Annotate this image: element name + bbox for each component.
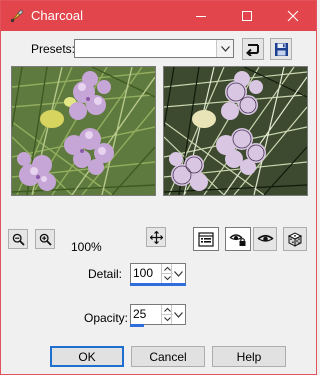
detail-slider-popup-button[interactable]: [171, 264, 185, 283]
zoom-in-button[interactable]: [35, 229, 55, 249]
eye-lock-icon: [229, 233, 246, 246]
auto-proof-button[interactable]: [225, 227, 251, 251]
cancel-button[interactable]: Cancel: [131, 346, 205, 367]
presets-combobox[interactable]: [74, 39, 234, 58]
flower-photo-image: [12, 67, 155, 195]
zoom-out-button[interactable]: [8, 229, 28, 249]
detail-label: Detail:: [88, 267, 123, 281]
presets-dropdown-button[interactable]: [216, 40, 233, 57]
title-bar[interactable]: Charcoal: [1, 1, 316, 31]
maximize-button[interactable]: [224, 1, 270, 31]
opacity-input[interactable]: [131, 305, 161, 322]
dice-icon: [287, 232, 303, 247]
opacity-slider-popup-button[interactable]: [171, 305, 185, 324]
opacity-spinbox[interactable]: [130, 304, 186, 325]
result-preview[interactable]: [163, 66, 308, 196]
pan-button[interactable]: [146, 227, 166, 247]
reset-arrow-icon: [246, 44, 259, 56]
help-button[interactable]: Help: [212, 346, 286, 367]
save-preset-button[interactable]: [270, 38, 292, 60]
charcoal-dialog: Charcoal Presets: 100% Detail: 100 Opaci…: [0, 0, 317, 375]
detail-spinbox[interactable]: [130, 263, 186, 284]
save-disk-icon: [274, 42, 288, 56]
brush-icon: [9, 8, 25, 24]
chevron-down-icon: [174, 311, 183, 318]
presets-input[interactable]: [75, 40, 215, 57]
opacity-label: Opacity:: [84, 311, 129, 325]
detail-input[interactable]: [131, 264, 161, 281]
chevron-down-icon: [174, 270, 183, 277]
window-title: Charcoal: [31, 8, 84, 23]
minimize-button[interactable]: [178, 1, 224, 31]
chevron-down-icon: [220, 45, 230, 52]
zoom-out-icon: [12, 233, 25, 246]
maximize-icon: [242, 11, 252, 21]
zoom-in-icon: [39, 233, 52, 246]
ok-button[interactable]: OK: [50, 346, 124, 367]
opacity-level-bar: [130, 324, 144, 327]
minimize-icon: [196, 16, 206, 17]
toggle-parameters-button[interactable]: [193, 227, 219, 251]
proof-button[interactable]: [253, 227, 277, 251]
source-preview[interactable]: [11, 66, 156, 196]
charcoal-result-image: [164, 67, 307, 195]
close-icon: [287, 10, 299, 22]
zoom-level: 100%: [71, 240, 102, 254]
presets-label: Presets:: [31, 42, 76, 56]
eye-icon: [256, 234, 274, 242]
settings-list-icon: [198, 231, 214, 247]
close-button[interactable]: [270, 1, 316, 31]
pan-move-icon: [149, 230, 163, 244]
reset-preset-button[interactable]: [242, 38, 264, 60]
detail-level-bar: [130, 283, 186, 286]
randomize-button[interactable]: [283, 227, 307, 251]
